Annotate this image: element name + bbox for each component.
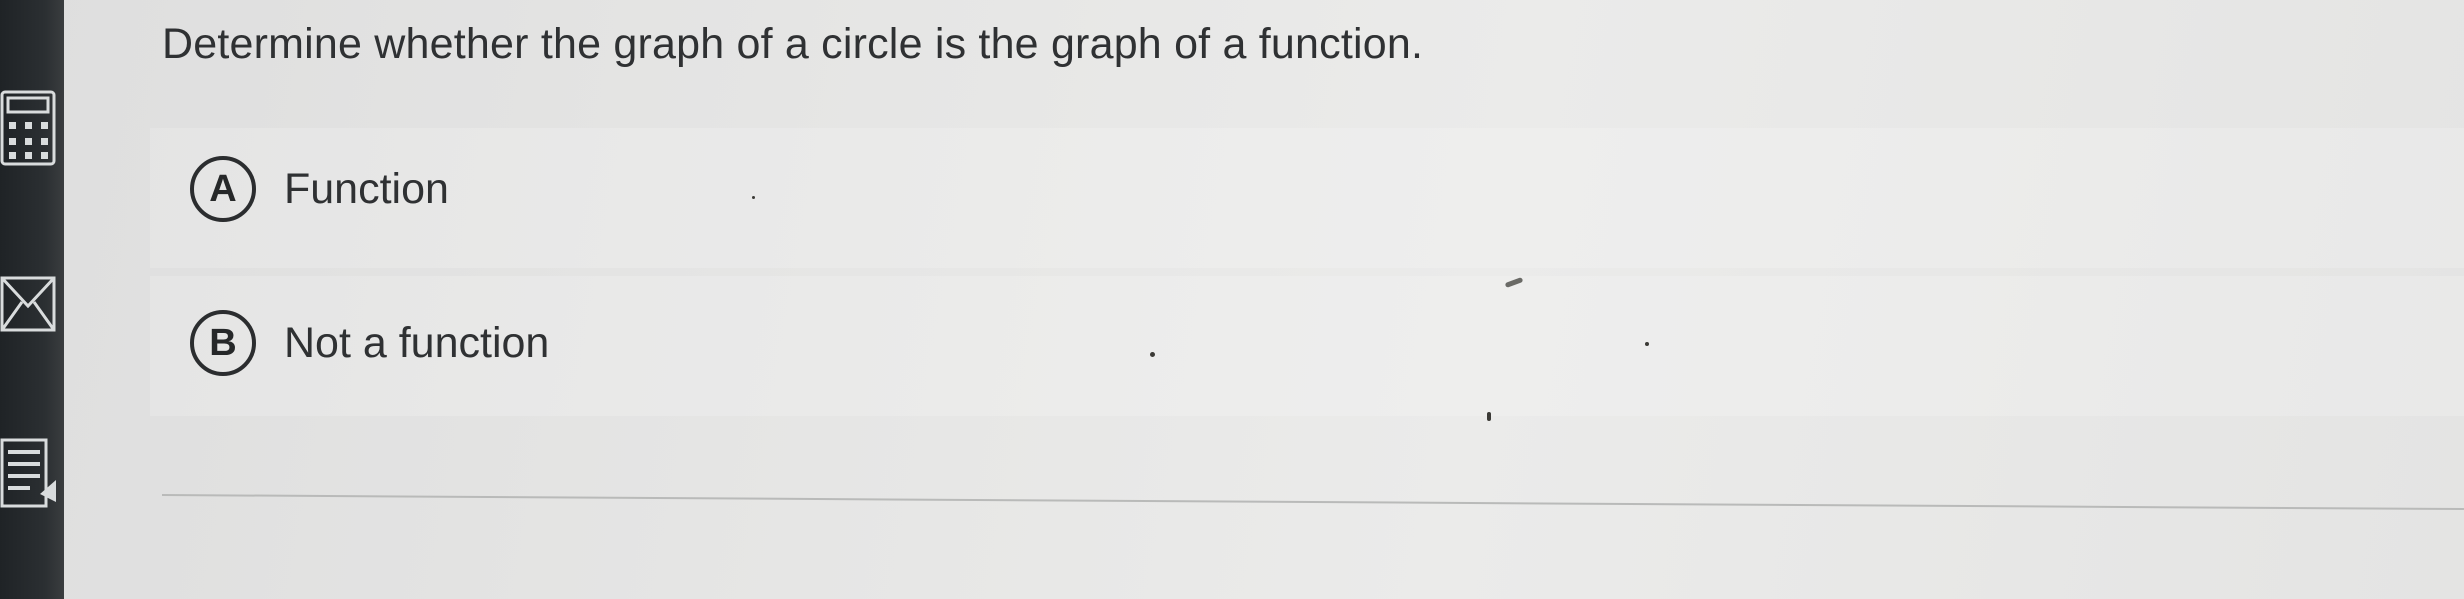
mail-icon[interactable]: [0, 272, 58, 336]
choice-b-label[interactable]: Not a function: [284, 319, 549, 368]
choice-b-radio[interactable]: B: [190, 310, 256, 376]
choice-b[interactable]: B Not a function: [190, 310, 549, 376]
divider-line: [161, 494, 2464, 511]
question-screen: Determine whether the graph of a circle …: [0, 0, 2464, 599]
document-icon[interactable]: [0, 436, 58, 516]
choice-a-radio[interactable]: A: [190, 156, 256, 222]
speck-mark: [1645, 342, 1649, 346]
left-toolbar: [0, 0, 64, 599]
choice-row-a-background: [150, 128, 2464, 268]
choice-a-label[interactable]: Function: [284, 165, 449, 214]
question-text: Determine whether the graph of a circle …: [162, 20, 1424, 68]
speck-mark: [1150, 352, 1155, 357]
speck-mark: [1487, 412, 1491, 421]
choice-a[interactable]: A Function: [190, 156, 449, 222]
speck-mark: [752, 196, 755, 199]
calculator-icon[interactable]: [0, 88, 58, 168]
